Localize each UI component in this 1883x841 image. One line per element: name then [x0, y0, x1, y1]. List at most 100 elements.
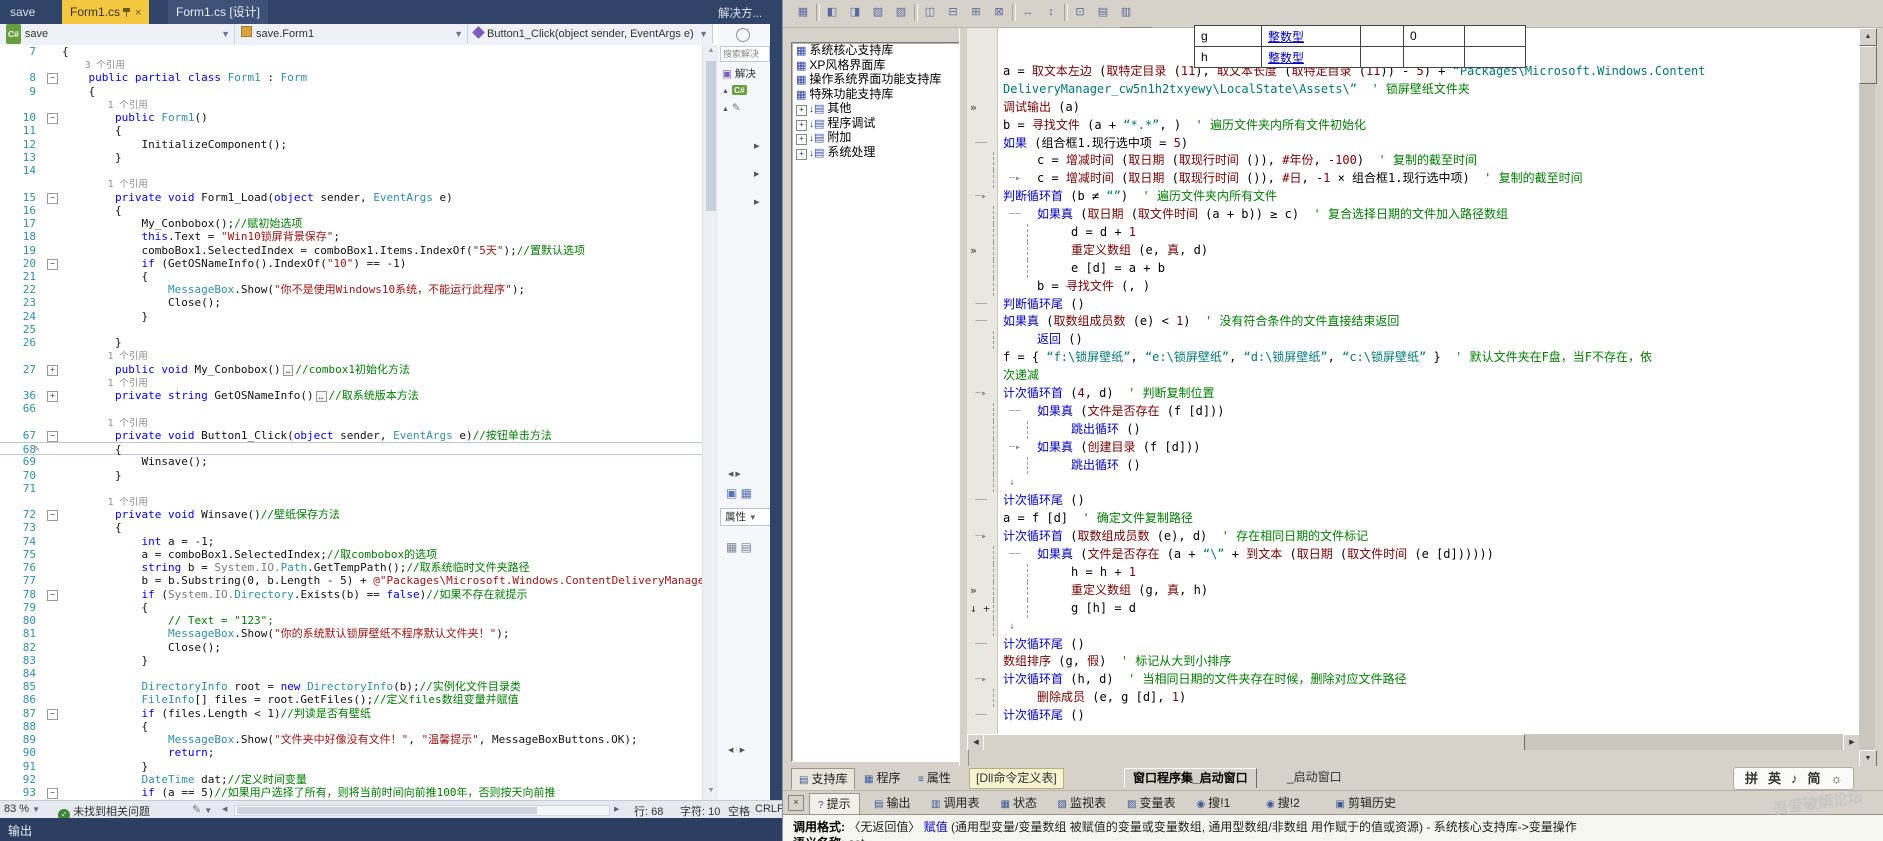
code-line[interactable]: » 调试输出 (a) — [967, 99, 1859, 117]
ime-icon[interactable]: ☼ — [1831, 771, 1843, 786]
output-tab-状态[interactable]: ▦ 状态 — [993, 793, 1045, 813]
code-line[interactable]: 15− private void Form1_Load(object sende… — [0, 191, 702, 204]
solution-node[interactable]: ▣ 解决 — [722, 66, 756, 81]
code-line[interactable]: 23 Close(); — [0, 296, 702, 309]
code-line[interactable]: h = h + 1 — [967, 563, 1859, 582]
toolbox-icons[interactable]: ▦ ▤ — [726, 540, 752, 554]
ime-icon[interactable]: ♪ — [1791, 771, 1798, 786]
solution-search-input[interactable]: 搜索解决 — [720, 46, 770, 62]
code-line[interactable]: DeliveryManager_cw5n1h2txyewy\LocalState… — [967, 81, 1859, 99]
code-line[interactable]: 83 } — [0, 654, 702, 667]
code-line[interactable]: 删除成员 (e, g [d], 1) — [967, 689, 1859, 708]
code-line[interactable]: 27 + public void My_Conbobox()…//combox1初… — [0, 363, 702, 376]
code-line[interactable]: 90 return; — [0, 746, 702, 759]
ime-icon[interactable]: 简 — [1808, 771, 1821, 786]
code-line[interactable]: » 重定义数组 (g, 真, h) — [967, 581, 1859, 600]
code-line[interactable]: b = 寻找文件 (a + “*.*”, ) ' 遍历文件夹内所有文件初始化 — [967, 117, 1859, 135]
codelens-references[interactable]: 1 个引用 — [0, 177, 702, 190]
output-tab-调用表[interactable]: ▥ 调用表 — [923, 793, 987, 813]
codelens-references[interactable]: 1 个引用 — [0, 349, 702, 362]
code-line[interactable]: 次递减 — [967, 367, 1859, 385]
code-line[interactable]: 67− private void Button1_Click(object se… — [0, 429, 702, 442]
code-line[interactable]: 78− if (System.IO.Directory.Exists(b) ==… — [0, 588, 702, 601]
code-line[interactable]: 92 DateTime dat;//定义时间变量 — [0, 773, 702, 786]
code-line[interactable]: ┄┄ 如果真 (取日期 (取文件时间 (a + b)) ≥ c) ' 复合选择日期… — [967, 206, 1859, 225]
code-line[interactable]: ↓ — [967, 617, 1859, 636]
fold-toggle-icon[interactable]: − — [47, 510, 58, 522]
code-line[interactable]: 70 } — [0, 469, 702, 482]
variable-name-cell[interactable]: g — [1194, 25, 1262, 47]
class-dropdown[interactable]: save.Form1 ▼ — [235, 24, 468, 44]
code-line[interactable]: 8− public partial class Form1 : Form — [0, 71, 702, 85]
code-line[interactable]: ┄┄ 如果真 (文件是否存在 (f [d])) — [967, 402, 1859, 421]
space-vertical-icon[interactable]: ↕ — [1041, 3, 1061, 22]
document-tab-1[interactable]: [Dll命令定义表] — [969, 768, 1064, 789]
tab-form1-cs[interactable]: Form1.cs × — [62, 0, 150, 24]
code-line[interactable]: 17 My_Conbobox();//赋初始选项 — [0, 217, 702, 230]
fold-toggle-icon[interactable]: + — [47, 364, 58, 376]
fold-toggle-icon[interactable]: + — [47, 391, 58, 403]
fold-toggle-icon[interactable]: − — [47, 73, 58, 85]
elang-code-editor[interactable]: a = 取文本左边 (取特定目录 (11), 取文本长度 (取特定目录 (11)… — [967, 28, 1859, 750]
tree-item-系统处理[interactable]: + ↓▤ 系统处理 — [792, 145, 960, 160]
pin-icon[interactable] — [123, 7, 131, 17]
properties-button[interactable]: 属性 ▼ — [720, 508, 770, 526]
code-line[interactable]: ┄▸ 计次循环首 (4, d) ' 判断复制位置 — [967, 385, 1859, 403]
code-line[interactable]: 13 } — [0, 151, 702, 164]
size-height-icon[interactable]: ▤ — [1093, 3, 1113, 22]
code-line[interactable]: ┄┄ 如果真 (取数组成员数 (e) < 1) ' 没有符合条件的文件直接结束返回 — [967, 313, 1859, 331]
code-line[interactable]: e [d] = a + b — [967, 259, 1859, 278]
fold-toggle-icon[interactable]: − — [47, 430, 58, 442]
variable-type-cell[interactable]: 整数型 — [1261, 46, 1361, 68]
code-line[interactable]: ┄▸ c = 增减时间 (取日期 (取现行时间 ()), #日, -1 × 组合框… — [967, 170, 1859, 189]
scrollbar-thumb[interactable] — [983, 734, 1525, 750]
code-line[interactable]: 80 // Text = "123"; — [0, 614, 702, 627]
code-horizontal-scrollbar[interactable]: ◀ ▶ — [967, 734, 1859, 750]
scroll-left-icon[interactable]: ◀ — [222, 805, 227, 813]
tree-item-XP风格界面库[interactable]: ▦ XP风格界面库 — [792, 58, 960, 73]
code-line[interactable]: 66 — [0, 402, 702, 415]
code-line[interactable]: ┄┄ 计次循环尾 () — [967, 707, 1859, 725]
home-icon[interactable] — [736, 28, 750, 42]
editor-horizontal-scrollbar[interactable] — [234, 805, 610, 816]
ime-icon[interactable]: 英 — [1768, 771, 1781, 786]
code-line[interactable]: d = d + 1 — [967, 224, 1859, 242]
same-width-icon[interactable]: ⊞ — [966, 3, 986, 22]
code-vertical-scrollbar[interactable]: ▲ ▼ — [1859, 28, 1877, 768]
center-horizontal-icon[interactable]: ◫ — [920, 3, 940, 22]
code-line[interactable]: 93− if (a == 5)//如果用户选择了所有，则将当前时间向前推100年… — [0, 786, 702, 800]
code-line[interactable]: 79 { — [0, 601, 702, 614]
code-line[interactable]: 7{ — [0, 45, 702, 58]
output-tab-监视表[interactable]: ▧ 监视表 — [1050, 793, 1114, 813]
variable-value-cell[interactable] — [1403, 46, 1465, 68]
code-line[interactable]: ┄┄ 如果真 (文件是否存在 (a + “\” + 到文本 (取日期 (取文件时间… — [967, 546, 1859, 564]
code-line[interactable]: 89 MessageBox.Show("文件夹中好像没有文件！", "温馨提示"… — [0, 733, 702, 746]
variable-value-cell[interactable]: 0 — [1403, 25, 1465, 47]
tree-item-特殊功能支持库[interactable]: ▦ 特殊功能支持库 — [792, 87, 960, 102]
code-line[interactable]: 16 { — [0, 204, 702, 217]
align-right-icon[interactable]: ◨ — [845, 3, 865, 22]
collapse-arrow-icon[interactable]: ▶ — [754, 142, 759, 150]
codelens-references[interactable]: 1 个引用 — [0, 495, 702, 508]
collapse-arrow-icon[interactable]: ▶ — [754, 198, 759, 206]
collapsed-panel-band[interactable] — [770, 24, 782, 800]
expand-icon[interactable]: + — [796, 105, 807, 116]
code-line[interactable]: 12 InitializeComponent(); — [0, 138, 702, 151]
expand-icon[interactable]: + — [796, 148, 807, 160]
editor-vertical-scrollbar[interactable]: ▲ ▼ — [702, 45, 719, 800]
fold-toggle-icon[interactable]: − — [47, 258, 58, 270]
code-line[interactable]: 9 { — [0, 85, 702, 98]
center-vertical-icon[interactable]: ⊟ — [943, 3, 963, 22]
code-line[interactable]: c = 增减时间 (取日期 (取现行时间 ()), #年份, -100) ' 复… — [967, 152, 1859, 171]
code-line[interactable]: a = f [d] ' 确定文件复制路径 — [967, 510, 1859, 528]
csharp-project-node[interactable]: ▲ C# — [722, 84, 747, 96]
code-line[interactable]: ┄▸ 判断循环首 (b ≠ “”) ' 遍历文件夹内所有文件 — [967, 188, 1859, 206]
document-tab-2[interactable]: 窗口程序集_启动窗口 — [1124, 768, 1257, 788]
output-tab-搜!1[interactable]: ◉ 搜!1 — [1189, 793, 1239, 813]
output-tab-变量表[interactable]: ▨ 变量表 — [1119, 793, 1183, 813]
variable-type-cell[interactable]: 整数型 — [1261, 25, 1361, 47]
code-line[interactable]: ┄┄ 计次循环尾 () — [967, 636, 1859, 654]
codelens-references[interactable]: 3 个引用 — [0, 58, 702, 71]
code-line[interactable]: ↓ + g [h] = d — [967, 599, 1859, 618]
code-line[interactable]: 19 comboBox1.SelectedIndex = comboBox1.I… — [0, 244, 702, 257]
